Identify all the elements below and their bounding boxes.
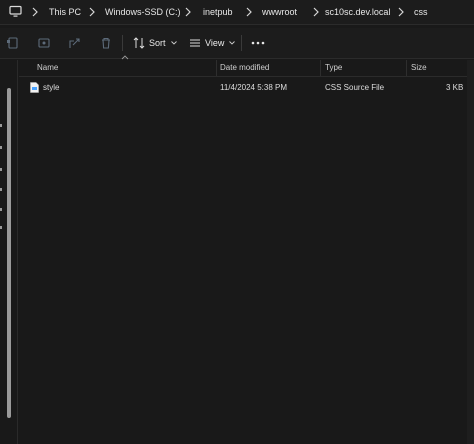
- column-divider[interactable]: [406, 60, 407, 76]
- file-css-icon: [30, 82, 39, 93]
- column-header-size[interactable]: Size: [411, 63, 427, 72]
- column-divider[interactable]: [320, 60, 321, 76]
- file-name: style: [43, 83, 60, 92]
- sort-label: Sort: [149, 38, 166, 48]
- more-icon: [251, 41, 265, 45]
- column-header-row: Name Date modified Type Size: [19, 60, 467, 77]
- toolbar-divider: [241, 35, 242, 51]
- column-divider[interactable]: [216, 60, 217, 76]
- chevron-right-icon: [398, 7, 404, 17]
- view-icon: [190, 39, 200, 47]
- breadcrumb-windows-ssd[interactable]: Windows-SSD (C:): [105, 6, 181, 18]
- chevron-right-icon: [185, 7, 191, 17]
- chevron-right-icon: [313, 7, 319, 17]
- nav-marker: [0, 226, 2, 229]
- more-options-button[interactable]: [251, 35, 265, 51]
- delete-icon[interactable]: [99, 36, 113, 50]
- file-size: 3 KB: [446, 83, 464, 92]
- chevron-right-icon: [89, 7, 95, 17]
- cut-icon[interactable]: [37, 36, 51, 50]
- breadcrumb-site[interactable]: sc10sc.dev.local: [325, 6, 390, 18]
- nav-marker: [0, 124, 2, 127]
- nav-marker: [0, 168, 2, 171]
- table-row[interactable]: style 11/4/2024 5:38 PM CSS Source File …: [19, 80, 467, 96]
- chevron-right-icon: [246, 7, 252, 17]
- address-bar[interactable]: This PC Windows-SSD (C:) inetpub wwwroot…: [0, 0, 474, 25]
- chevron-down-icon: [229, 41, 236, 45]
- breadcrumb-inetpub[interactable]: inetpub: [203, 6, 233, 18]
- column-header-name[interactable]: Name: [37, 63, 58, 72]
- file-date-modified: 11/4/2024 5:38 PM: [220, 83, 288, 92]
- nav-marker: [0, 146, 2, 149]
- file-type: CSS Source File: [325, 83, 385, 92]
- copy-icon[interactable]: [6, 36, 20, 50]
- view-button[interactable]: View: [189, 35, 236, 51]
- nav-marker: [0, 188, 2, 191]
- navigation-scrollbar[interactable]: [7, 88, 11, 418]
- breadcrumb-this-pc[interactable]: This PC: [49, 6, 81, 18]
- share-icon[interactable]: [68, 36, 82, 50]
- column-header-date-modified[interactable]: Date modified: [220, 63, 269, 72]
- sort-button[interactable]: Sort: [133, 35, 177, 51]
- sort-icon: [133, 37, 145, 49]
- content-scrollbar[interactable]: [467, 60, 474, 444]
- computer-icon: [9, 5, 22, 17]
- column-header-type[interactable]: Type: [325, 63, 342, 72]
- chevron-right-icon: [32, 7, 38, 17]
- toolbar-divider: [122, 35, 123, 51]
- view-label: View: [205, 38, 225, 48]
- command-bar: Sort View: [0, 28, 474, 59]
- chevron-down-icon: [170, 41, 177, 45]
- nav-marker: [0, 208, 2, 211]
- breadcrumb-wwwroot[interactable]: wwwroot: [262, 6, 297, 18]
- breadcrumb-css[interactable]: css: [414, 6, 428, 18]
